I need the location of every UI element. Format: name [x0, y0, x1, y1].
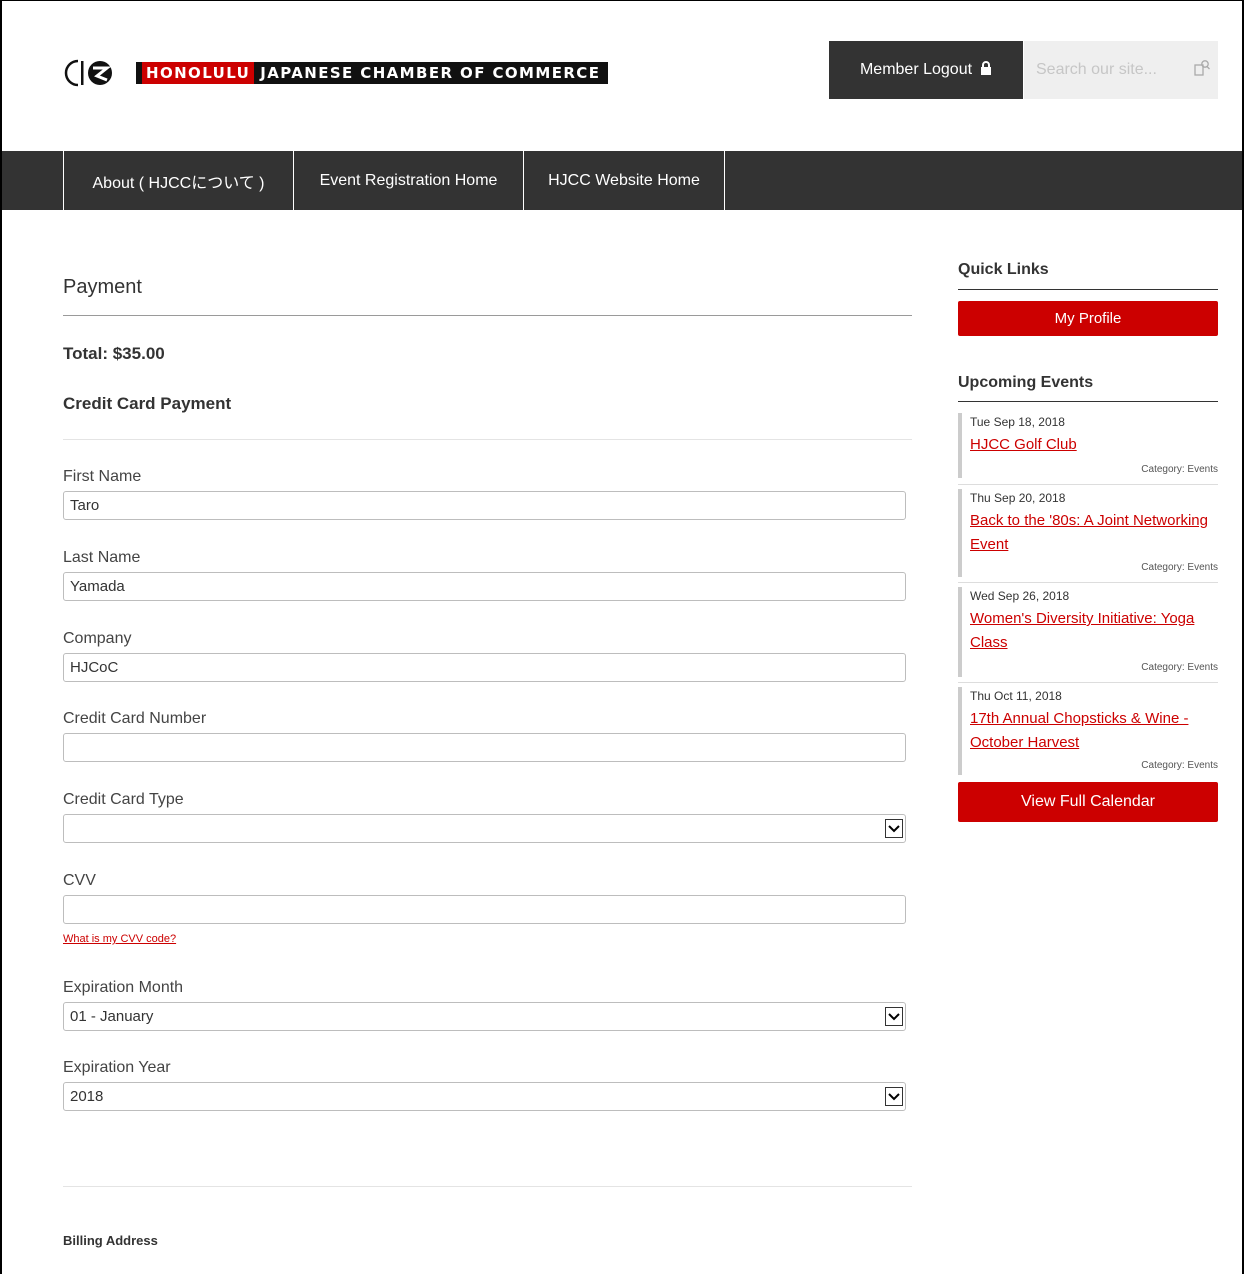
upcoming-events-title: Upcoming Events — [958, 374, 1094, 391]
event-category: Category: Events — [1141, 464, 1218, 475]
divider — [63, 439, 912, 440]
cc-type-label: Credit Card Type — [63, 791, 184, 808]
nav-item-label: About ( HJCCについて ) — [92, 174, 265, 192]
member-logout-button[interactable]: Member Logout — [829, 41, 1023, 99]
exp-year-select[interactable]: 2018 — [63, 1082, 906, 1111]
search-input[interactable] — [1036, 61, 1176, 79]
chevron-down-icon[interactable] — [885, 819, 903, 838]
first-name-value: Taro — [70, 497, 100, 514]
event-link[interactable]: HJCC Golf Club — [970, 433, 1218, 457]
lock-icon — [980, 60, 992, 80]
nav-item-label: HJCC Website Home — [548, 171, 700, 189]
cc-number-label: Credit Card Number — [63, 710, 207, 727]
logo-banner: HONOLULU JAPANESE CHAMBER OF COMMERCE — [136, 62, 609, 84]
event-link[interactable]: Back to the '80s: A Joint Networking Eve… — [970, 509, 1218, 557]
company-label: Company — [63, 630, 132, 647]
divider — [958, 582, 1218, 583]
order-total: Total: $35.00 — [63, 344, 165, 363]
quick-links-title: Quick Links — [958, 261, 1049, 278]
divider — [958, 484, 1218, 485]
nav-item-website-home[interactable]: HJCC Website Home — [523, 151, 725, 210]
event-item: Thu Sep 20, 2018 Back to the '80s: A Joi… — [958, 489, 1218, 577]
page-title: Payment — [63, 276, 142, 298]
cvv-field[interactable] — [63, 895, 906, 924]
site-search — [1024, 41, 1218, 99]
divider — [63, 315, 912, 316]
exp-year-value: 2018 — [70, 1088, 104, 1105]
exp-month-label: Expiration Month — [63, 979, 184, 996]
chevron-down-icon[interactable] — [885, 1007, 903, 1026]
divider — [958, 401, 1218, 402]
logo-mark-icon — [64, 59, 128, 87]
cvv-help-link[interactable]: What is my CVV code? — [63, 933, 176, 945]
event-category: Category: Events — [1141, 562, 1218, 573]
section-heading-billing: Billing Address — [63, 1233, 158, 1248]
exp-month-select[interactable]: 01 - January — [63, 1002, 906, 1031]
divider — [958, 289, 1218, 290]
first-name-field[interactable]: Taro — [63, 491, 906, 520]
view-full-calendar-button[interactable]: View Full Calendar — [958, 782, 1218, 822]
divider — [63, 1186, 912, 1187]
my-profile-button[interactable]: My Profile — [958, 301, 1218, 336]
first-name-label: First Name — [63, 468, 142, 485]
chevron-down-icon[interactable] — [885, 1087, 903, 1106]
last-name-value: Yamada — [70, 578, 125, 595]
nav-item-label: Event Registration Home — [319, 171, 498, 189]
event-date: Thu Sep 20, 2018 — [970, 491, 1066, 505]
event-date: Thu Oct 11, 2018 — [970, 689, 1062, 703]
exp-month-value: 01 - January — [70, 1008, 154, 1025]
company-value: HJCoC — [70, 659, 119, 676]
cc-type-select[interactable] — [63, 814, 906, 843]
event-link[interactable]: 17th Annual Chopsticks & Wine - October … — [970, 707, 1218, 755]
site-logo[interactable]: HONOLULU JAPANESE CHAMBER OF COMMERCE — [64, 58, 609, 88]
event-item: Tue Sep 18, 2018 HJCC Golf Club Category… — [958, 413, 1218, 478]
divider — [958, 682, 1218, 683]
logo-highlight: HONOLULU — [142, 62, 255, 84]
event-category: Category: Events — [1141, 662, 1218, 673]
logo-text: JAPANESE CHAMBER OF COMMERCE — [260, 64, 601, 82]
company-field[interactable]: HJCoC — [63, 653, 906, 682]
nav-item-event-registration[interactable]: Event Registration Home — [293, 151, 523, 210]
event-item: Thu Oct 11, 2018 17th Annual Chopsticks … — [958, 687, 1218, 775]
nav-item-about[interactable]: About ( HJCCについて ) — [63, 151, 293, 210]
main-nav: About ( HJCCについて ) Event Registration Ho… — [2, 151, 1242, 210]
exp-year-label: Expiration Year — [63, 1059, 171, 1076]
event-category: Category: Events — [1141, 760, 1218, 771]
section-heading-credit-card: Credit Card Payment — [63, 394, 232, 413]
search-icon[interactable] — [1194, 59, 1210, 82]
event-link[interactable]: Women's Diversity Initiative: Yoga Class — [970, 607, 1218, 655]
event-date: Wed Sep 26, 2018 — [970, 589, 1070, 603]
event-date: Tue Sep 18, 2018 — [970, 415, 1065, 429]
member-logout-label: Member Logout — [859, 61, 973, 78]
last-name-field[interactable]: Yamada — [63, 572, 906, 601]
event-item: Wed Sep 26, 2018 Women's Diversity Initi… — [958, 587, 1218, 677]
cc-number-field[interactable] — [63, 733, 906, 762]
cvv-label: CVV — [63, 872, 96, 889]
last-name-label: Last Name — [63, 549, 141, 566]
